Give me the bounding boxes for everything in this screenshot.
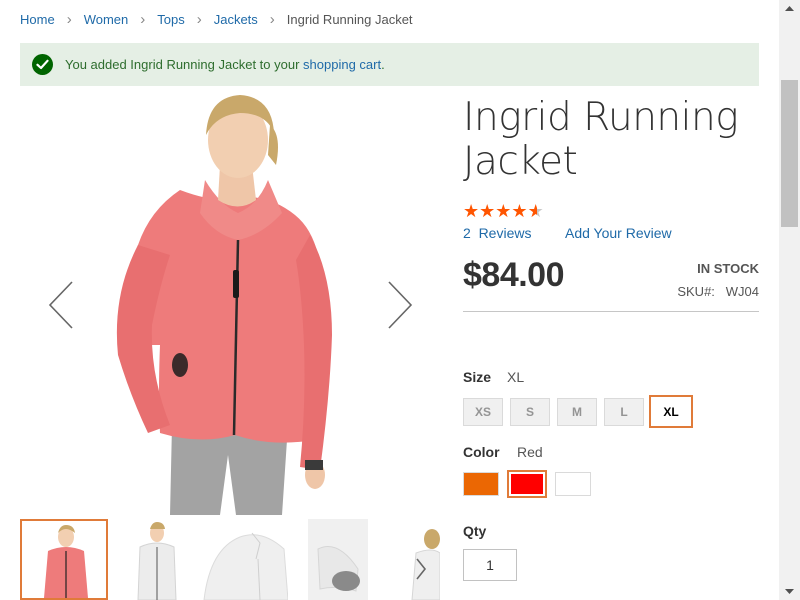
color-swatch-orange[interactable] [463, 472, 499, 496]
thumbnail-image [308, 519, 396, 600]
breadcrumb-tops[interactable]: Tops [157, 12, 184, 27]
size-option-xs[interactable]: XS [463, 398, 503, 426]
star-full-icon: ★ [463, 201, 480, 221]
color-swatch-red[interactable] [507, 470, 547, 498]
thumbnail-3[interactable] [200, 519, 288, 600]
chevron-right-icon: › [140, 10, 146, 28]
breadcrumb-current: Ingrid Running Jacket [286, 11, 413, 27]
gallery-next-arrow-icon[interactable] [385, 280, 415, 330]
color-selected-value: Red [517, 444, 543, 460]
color-label: Color [463, 444, 500, 460]
thumbnail-2[interactable] [112, 519, 200, 600]
reviews-link[interactable]: 2 Reviews [463, 225, 531, 241]
page-scrollbar[interactable] [779, 0, 800, 600]
thumbnail-4[interactable] [308, 519, 396, 600]
star-half-icon: ★ [527, 201, 544, 221]
product-main-image [20, 95, 440, 515]
thumbnail-image [22, 521, 106, 598]
scroll-up-arrow-icon[interactable] [779, 0, 800, 17]
star-full-icon: ★ [495, 201, 512, 221]
star-full-icon: ★ [511, 201, 528, 221]
scrollbar-thumb[interactable] [781, 80, 798, 227]
gallery-prev-arrow-icon[interactable] [46, 280, 76, 330]
size-option-l[interactable]: L [604, 398, 644, 426]
stock-status: IN STOCK [697, 261, 759, 276]
add-review-link[interactable]: Add Your Review [565, 225, 672, 241]
product-title: Ingrid Running Jacket [463, 95, 739, 184]
breadcrumb-jackets[interactable]: Jackets [214, 12, 258, 27]
size-selected-value: XL [507, 369, 525, 385]
qty-input[interactable] [463, 549, 517, 581]
divider [463, 311, 759, 312]
qty-label: Qty [463, 523, 487, 539]
chevron-right-icon: › [269, 10, 275, 28]
chevron-right-icon: › [66, 10, 72, 28]
thumbnail-1[interactable] [20, 519, 108, 600]
thumbnail-image [200, 519, 288, 600]
check-circle-icon [32, 54, 53, 75]
star-full-icon: ★ [479, 201, 496, 221]
thumbnail-image [112, 519, 200, 600]
size-option-s[interactable]: S [510, 398, 550, 426]
breadcrumb: Home › Women › Tops › Jackets › Ingrid R… [20, 10, 413, 28]
size-label: Size [463, 369, 492, 385]
breadcrumb-home[interactable]: Home [20, 12, 55, 27]
scroll-down-arrow-icon[interactable] [779, 583, 800, 600]
rating-stars: ★ ★ ★ ★ ★ [463, 202, 544, 220]
size-option-m[interactable]: M [557, 398, 597, 426]
breadcrumb-women[interactable]: Women [84, 12, 129, 27]
message-text: You added Ingrid Running Jacket to your … [65, 57, 385, 72]
shopping-cart-link[interactable]: shopping cart [303, 57, 381, 72]
product-price: $84.00 [463, 256, 565, 294]
product-sku: SKU#: WJ04 [677, 284, 759, 299]
color-swatch-white[interactable] [555, 472, 591, 496]
success-message: You added Ingrid Running Jacket to your … [20, 43, 759, 86]
chevron-right-icon: › [196, 10, 202, 28]
size-option-xl[interactable]: XL [649, 395, 693, 428]
thumbnail-strip [20, 519, 440, 600]
thumbnail-next-arrow-icon[interactable] [414, 556, 428, 582]
